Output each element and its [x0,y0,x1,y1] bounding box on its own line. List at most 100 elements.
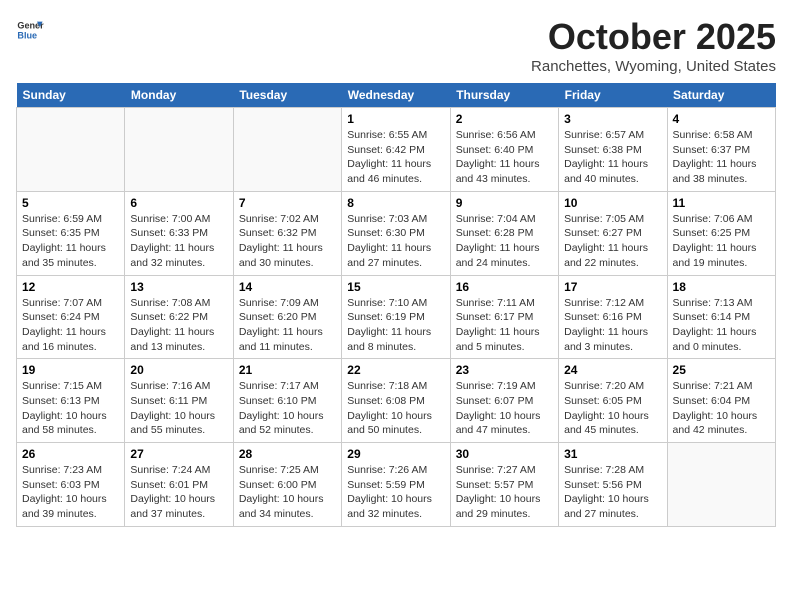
cell-content-line: and 32 minutes. [347,507,444,522]
cell-content-line: Sunset: 6:14 PM [673,310,770,325]
cell-content-line: Sunset: 6:22 PM [130,310,227,325]
cell-content-line: Sunset: 6:03 PM [22,478,119,493]
cell-content-line: Sunset: 6:25 PM [673,226,770,241]
day-number: 13 [130,280,227,294]
cell-content-line: and 30 minutes. [239,256,336,271]
cell-content-line: and 50 minutes. [347,423,444,438]
day-number: 24 [564,363,661,377]
cell-content-line: Daylight: 11 hours [673,157,770,172]
calendar-cell: 20Sunrise: 7:16 AMSunset: 6:11 PMDayligh… [125,359,233,443]
calendar-cell: 9Sunrise: 7:04 AMSunset: 6:28 PMDaylight… [450,191,558,275]
cell-content-line: Daylight: 11 hours [456,157,553,172]
cell-content-line: Sunset: 6:04 PM [673,394,770,409]
svg-text:Blue: Blue [17,30,37,40]
cell-content-line: Daylight: 11 hours [673,241,770,256]
cell-content-line: Daylight: 10 hours [347,409,444,424]
day-number: 28 [239,447,336,461]
cell-content-line: Sunrise: 7:28 AM [564,463,661,478]
day-number: 17 [564,280,661,294]
cell-content-line: Daylight: 10 hours [22,409,119,424]
cell-content-line: Sunrise: 7:04 AM [456,212,553,227]
cell-content-line: Sunrise: 7:12 AM [564,296,661,311]
day-number: 18 [673,280,770,294]
cell-content-line: Daylight: 10 hours [456,409,553,424]
calendar-cell: 3Sunrise: 6:57 AMSunset: 6:38 PMDaylight… [559,108,667,192]
calendar-cell: 11 Sunrise: 7:06 AMSunset: 6:25 PMDayligh… [667,191,775,275]
day-number: 11 [673,196,770,210]
cell-content-line: Sunrise: 7:25 AM [239,463,336,478]
day-number: 6 [130,196,227,210]
day-number: 3 [564,112,661,126]
cell-content-line: Daylight: 11 hours [347,325,444,340]
week-row-1: 1Sunrise: 6:55 AMSunset: 6:42 PMDaylight… [17,108,776,192]
cell-content-line: Daylight: 11 hours [564,157,661,172]
calendar-cell: 16Sunrise: 7:11 AMSunset: 6:17 PMDayligh… [450,275,558,359]
cell-content-line: Sunset: 5:57 PM [456,478,553,493]
day-of-week-thursday: Thursday [450,83,558,108]
month-title: October 2025 [531,16,776,58]
calendar-cell: 21Sunrise: 7:17 AMSunset: 6:10 PMDayligh… [233,359,341,443]
cell-content-line: Daylight: 11 hours [564,241,661,256]
cell-content-line: Sunrise: 7:09 AM [239,296,336,311]
calendar-cell: 30Sunrise: 7:27 AMSunset: 5:57 PMDayligh… [450,443,558,527]
day-number: 27 [130,447,227,461]
cell-content-line: Sunrise: 6:57 AM [564,128,661,143]
cell-content-line: Sunset: 6:17 PM [456,310,553,325]
week-row-3: 12Sunrise: 7:07 AMSunset: 6:24 PMDayligh… [17,275,776,359]
cell-content-line: and 29 minutes. [456,507,553,522]
cell-content-line: Sunset: 6:16 PM [564,310,661,325]
day-number: 15 [347,280,444,294]
cell-content-line: Daylight: 11 hours [130,325,227,340]
cell-content-line: Sunset: 6:01 PM [130,478,227,493]
cell-content-line: and 45 minutes. [564,423,661,438]
cell-content-line: Sunset: 6:24 PM [22,310,119,325]
cell-content-line: Sunrise: 6:59 AM [22,212,119,227]
calendar-cell: 29Sunrise: 7:26 AMSunset: 5:59 PMDayligh… [342,443,450,527]
cell-content-line: Sunrise: 7:20 AM [564,379,661,394]
calendar-cell: 14Sunrise: 7:09 AMSunset: 6:20 PMDayligh… [233,275,341,359]
day-number: 1 [347,112,444,126]
cell-content-line: and 32 minutes. [130,256,227,271]
cell-content-line: Sunrise: 7:21 AM [673,379,770,394]
cell-content-line: Sunset: 6:19 PM [347,310,444,325]
generalblue-logo-icon: General Blue [16,16,44,44]
cell-content-line: Sunset: 6:11 PM [130,394,227,409]
day-number: 12 [22,280,119,294]
cell-content-line: Sunrise: 7:18 AM [347,379,444,394]
cell-content-line: and 46 minutes. [347,172,444,187]
cell-content-line: and 40 minutes. [564,172,661,187]
cell-content-line: Daylight: 10 hours [239,409,336,424]
cell-content-line: and 13 minutes. [130,340,227,355]
cell-content-line: and 47 minutes. [456,423,553,438]
cell-content-line: Sunset: 6:42 PM [347,143,444,158]
cell-content-line: and 22 minutes. [564,256,661,271]
calendar-cell: 27Sunrise: 7:24 AMSunset: 6:01 PMDayligh… [125,443,233,527]
cell-content-line: Daylight: 11 hours [239,241,336,256]
cell-content-line: and 37 minutes. [130,507,227,522]
cell-content-line: Sunrise: 7:27 AM [456,463,553,478]
cell-content-line: Daylight: 11 hours [130,241,227,256]
calendar-cell: 19Sunrise: 7:15 AMSunset: 6:13 PMDayligh… [17,359,125,443]
cell-content-line: Daylight: 10 hours [456,492,553,507]
day-of-week-sunday: Sunday [17,83,125,108]
cell-content-line: Sunrise: 7:13 AM [673,296,770,311]
cell-content-line: and 11 minutes. [239,340,336,355]
cell-content-line: Sunset: 6:30 PM [347,226,444,241]
cell-content-line: Sunset: 6:20 PM [239,310,336,325]
cell-content-line: and 35 minutes. [22,256,119,271]
cell-content-line: and 43 minutes. [456,172,553,187]
calendar-cell: 1 Sunrise: 6:55 AMSunset: 6:42 PMDaylight… [342,108,450,192]
cell-content-line: Sunrise: 7:06 AM [673,212,770,227]
location-title: Ranchettes, Wyoming, United States [531,58,776,75]
cell-content-line: Daylight: 11 hours [347,157,444,172]
cell-content-line: Sunrise: 6:55 AM [347,128,444,143]
cell-content-line: Sunset: 6:40 PM [456,143,553,158]
cell-content-line: Sunrise: 7:08 AM [130,296,227,311]
cell-content-line: Daylight: 10 hours [239,492,336,507]
cell-content-line: Sunset: 6:05 PM [564,394,661,409]
cell-content-line: Daylight: 10 hours [673,409,770,424]
cell-content-line: Sunrise: 7:15 AM [22,379,119,394]
calendar-cell: 31Sunrise: 7:28 AMSunset: 5:56 PMDayligh… [559,443,667,527]
day-of-week-friday: Friday [559,83,667,108]
cell-content-line: Daylight: 10 hours [130,492,227,507]
